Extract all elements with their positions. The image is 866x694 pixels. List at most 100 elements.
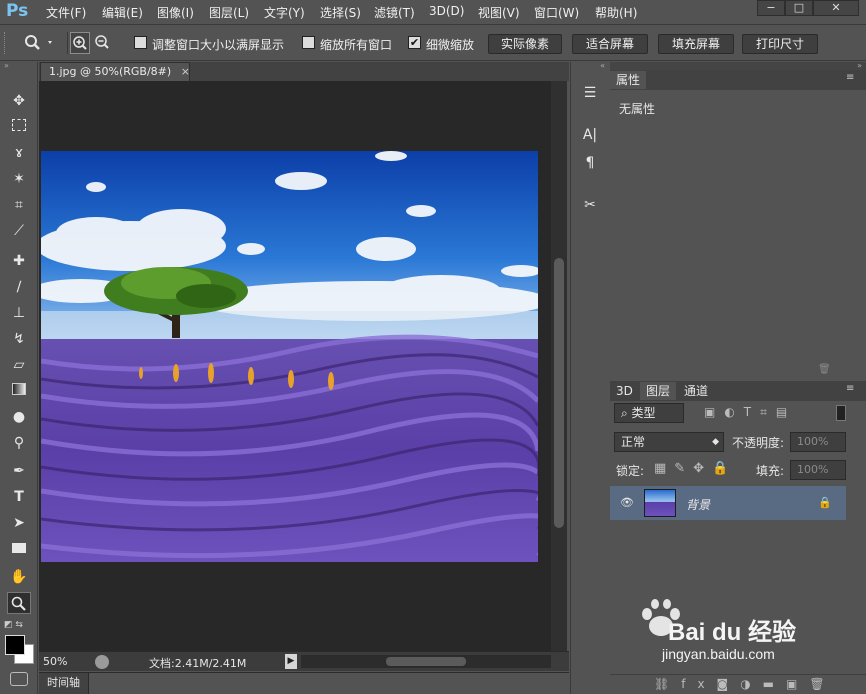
panel-menu-icon[interactable]: ≡ bbox=[846, 383, 854, 394]
eraser-tool-icon[interactable]: ▱ bbox=[7, 354, 31, 376]
document-tab-title: 1.jpg @ 50%(RGB/8#) bbox=[49, 65, 172, 78]
print-size-button[interactable]: 打印尺寸 bbox=[742, 34, 818, 54]
status-menu-icon[interactable] bbox=[95, 655, 109, 669]
history-panel-icon[interactable]: ☰ bbox=[578, 82, 602, 104]
healing-brush-tool-icon[interactable]: ✚ bbox=[7, 250, 31, 272]
zoom-in-icon bbox=[73, 36, 87, 50]
menu-window[interactable]: 窗口(W) bbox=[534, 4, 579, 21]
menu-file[interactable]: 文件(F) bbox=[46, 4, 86, 21]
properties-tabbar bbox=[610, 70, 866, 90]
filter-toggle[interactable] bbox=[836, 405, 846, 421]
watermark-url: jingyan.baidu.com bbox=[662, 646, 775, 662]
horizontal-scrollbar[interactable] bbox=[301, 655, 551, 668]
eye-icon[interactable]: 👁 bbox=[620, 496, 634, 509]
maximize-button[interactable]: □ bbox=[785, 0, 813, 16]
trash-icon[interactable]: 🗑 bbox=[818, 364, 831, 375]
panel-menu-icon[interactable]: ≡ bbox=[846, 72, 854, 83]
document-tab[interactable]: 1.jpg @ 50%(RGB/8#) × bbox=[40, 62, 190, 81]
blend-mode-dropdown[interactable]: 正常 ◆ bbox=[614, 432, 724, 452]
pen-tool-icon[interactable]: ✒ bbox=[7, 460, 31, 482]
photoshop-logo: Ps bbox=[6, 1, 29, 21]
default-colors-icon[interactable]: ◩ ⇆ bbox=[4, 620, 23, 630]
canvas-area[interactable] bbox=[39, 81, 551, 651]
actual-pixels-button[interactable]: 实际像素 bbox=[488, 34, 562, 54]
opacity-input[interactable]: 100% bbox=[790, 432, 846, 452]
layer-row[interactable]: 👁 背景 🔒 bbox=[610, 486, 846, 520]
foreground-color-swatch[interactable] bbox=[5, 635, 25, 655]
marquee-tool-icon[interactable] bbox=[7, 116, 31, 138]
shape-tool-icon[interactable] bbox=[7, 538, 31, 560]
fill-input[interactable]: 100% bbox=[790, 460, 846, 480]
layer-footer-icons[interactable]: ⛓fx◙◑▬▣🗑 bbox=[654, 677, 837, 691]
status-bar: 50% 文档:2.41M/2.41M ▶ bbox=[39, 651, 569, 671]
collapse-tools-icon[interactable]: » bbox=[4, 62, 34, 70]
fill-screen-button[interactable]: 填充屏幕 bbox=[658, 34, 734, 54]
tab-properties[interactable]: 属性 bbox=[610, 71, 647, 89]
menu-edit[interactable]: 编辑(E) bbox=[102, 4, 143, 21]
minimize-button[interactable]: − bbox=[757, 0, 785, 16]
checkmark-icon: ✔ bbox=[409, 36, 420, 49]
tab-channels[interactable]: 通道 bbox=[678, 382, 714, 400]
resize-windows-checkbox[interactable] bbox=[134, 36, 147, 49]
menu-image[interactable]: 图像(I) bbox=[157, 4, 194, 21]
tool-presets-icon[interactable]: ✂ bbox=[578, 194, 602, 216]
type-tool-icon[interactable]: T bbox=[7, 486, 31, 508]
layer-name[interactable]: 背景 bbox=[686, 496, 710, 513]
tab-3d[interactable]: 3D bbox=[610, 382, 639, 400]
lasso-tool-icon[interactable]: ɤ bbox=[7, 142, 31, 164]
vertical-scroll-thumb[interactable] bbox=[554, 258, 564, 528]
zoom-tool-icon bbox=[25, 35, 52, 50]
magic-wand-tool-icon[interactable]: ✶ bbox=[7, 168, 31, 190]
menu-3d[interactable]: 3D(D) bbox=[429, 4, 464, 18]
timeline-panel: 时间轴 bbox=[39, 672, 569, 694]
collapse-right-dock-icon[interactable]: » bbox=[610, 62, 866, 70]
close-tab-icon[interactable]: × bbox=[181, 65, 190, 78]
tab-layers[interactable]: 图层 bbox=[640, 382, 677, 400]
crop-tool-icon[interactable]: ⌗ bbox=[7, 194, 31, 216]
zoom-out-button[interactable] bbox=[93, 32, 113, 54]
divider bbox=[67, 32, 68, 54]
menu-view[interactable]: 视图(V) bbox=[478, 4, 520, 21]
close-button[interactable]: ✕ bbox=[813, 0, 859, 16]
clone-stamp-tool-icon[interactable]: ⊥ bbox=[7, 302, 31, 324]
dodge-tool-icon[interactable]: ⚲ bbox=[7, 432, 31, 454]
quick-mask-icon[interactable] bbox=[10, 672, 28, 686]
timeline-tab[interactable]: 时间轴 bbox=[39, 673, 89, 694]
baidu-watermark: Bai du 经验 jingyan.baidu.com bbox=[638, 596, 838, 666]
lavender-field-image bbox=[41, 151, 538, 562]
path-selection-tool-icon[interactable]: ➤ bbox=[7, 512, 31, 534]
zoom-all-windows-checkbox[interactable] bbox=[302, 36, 315, 49]
brush-tool-icon[interactable]: ∕ bbox=[7, 276, 31, 298]
blur-tool-icon[interactable]: ● bbox=[7, 406, 31, 428]
filter-icons[interactable]: ▣◐T⌗▤ bbox=[704, 405, 796, 420]
status-arrow-icon[interactable]: ▶ bbox=[285, 654, 297, 669]
character-panel-icon[interactable]: A| bbox=[578, 124, 602, 146]
scrubby-zoom-checkbox[interactable]: ✔ bbox=[408, 36, 421, 49]
lock-icon: 🔒 bbox=[818, 496, 832, 509]
panel-icon-dock: « ☰ A| ¶ ✂ bbox=[570, 62, 608, 694]
layer-filter-dropdown[interactable]: ⌕ 类型 bbox=[614, 403, 684, 423]
history-brush-tool-icon[interactable]: ↯ bbox=[7, 328, 31, 350]
zoom-tool-button[interactable] bbox=[7, 592, 31, 614]
fit-screen-button[interactable]: 适合屏幕 bbox=[572, 34, 648, 54]
menu-bar: Ps 文件(F) 编辑(E) 图像(I) 图层(L) 文字(Y) 选择(S) 滤… bbox=[0, 0, 866, 25]
menu-layer[interactable]: 图层(L) bbox=[209, 4, 249, 21]
paragraph-panel-icon[interactable]: ¶ bbox=[578, 152, 602, 174]
eyedropper-tool-icon[interactable]: ⟋ bbox=[7, 220, 31, 242]
tool-preset-picker[interactable] bbox=[22, 32, 58, 54]
menu-filter[interactable]: 滤镜(T) bbox=[374, 4, 415, 21]
collapse-dock-icon[interactable]: « bbox=[571, 62, 609, 70]
blend-mode-value: 正常 bbox=[621, 435, 646, 449]
zoom-level[interactable]: 50% bbox=[43, 655, 67, 668]
layer-thumbnail bbox=[644, 489, 676, 517]
menu-type[interactable]: 文字(Y) bbox=[264, 4, 305, 21]
lock-icons[interactable]: ▦✎✥🔒 bbox=[654, 461, 736, 476]
gradient-tool-icon[interactable] bbox=[7, 380, 31, 402]
horizontal-scroll-thumb[interactable] bbox=[386, 657, 466, 666]
zoom-all-windows-label: 缩放所有窗口 bbox=[320, 38, 393, 52]
menu-select[interactable]: 选择(S) bbox=[320, 4, 361, 21]
menu-help[interactable]: 帮助(H) bbox=[595, 4, 637, 21]
zoom-in-button[interactable] bbox=[70, 32, 90, 54]
hand-tool-icon[interactable]: ✋ bbox=[7, 566, 31, 588]
move-tool-icon[interactable]: ✥ bbox=[7, 90, 31, 112]
